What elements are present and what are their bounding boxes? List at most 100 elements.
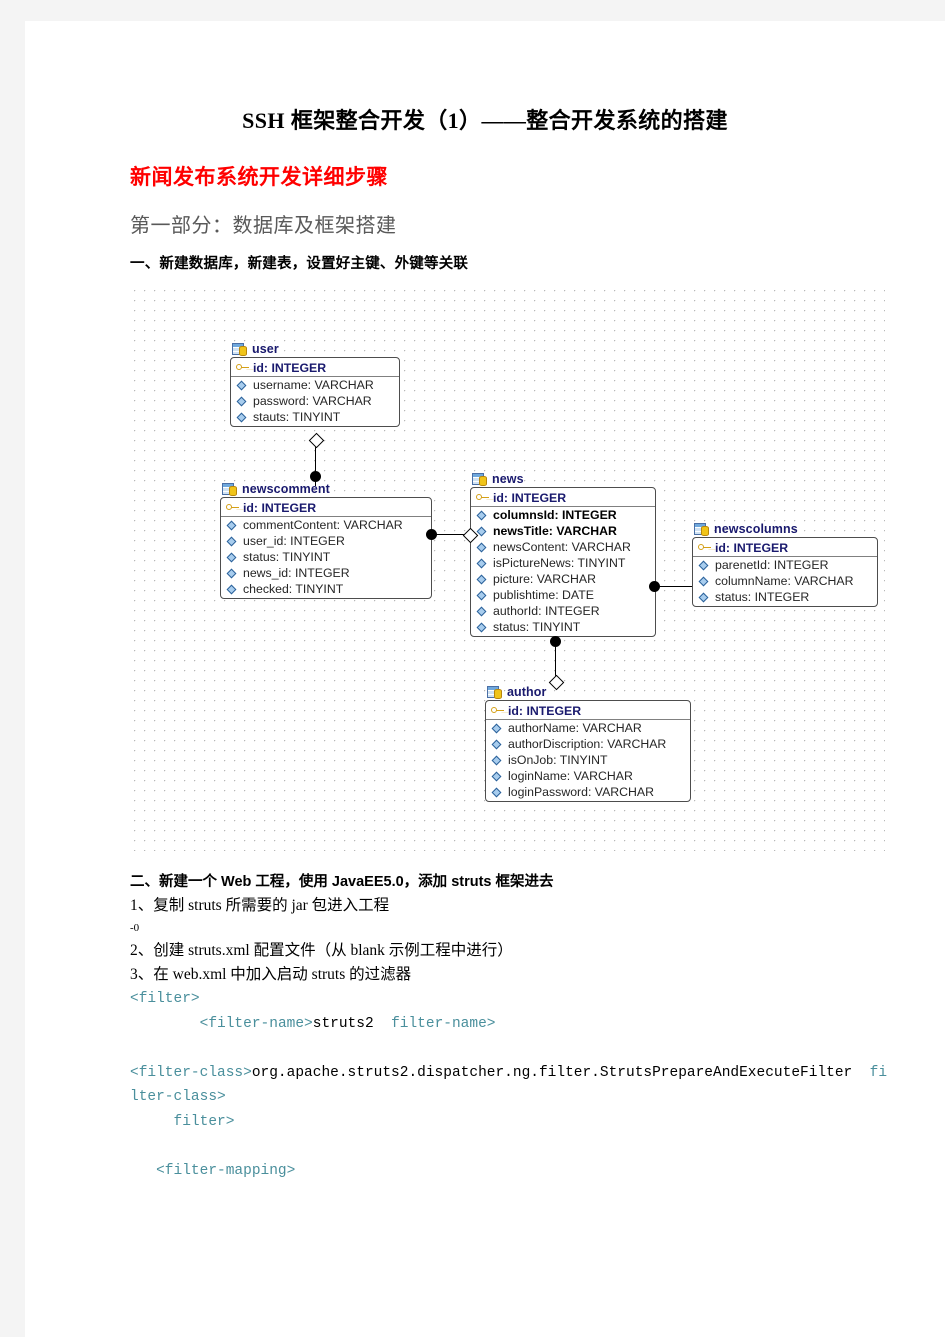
field-diamond-icon — [476, 606, 489, 617]
table-icon — [222, 482, 238, 497]
step-item: 1、复制 struts 所需要的 jar 包进入工程 — [130, 897, 390, 914]
code-token: <filter-class> — [130, 1064, 252, 1081]
er-field-row: authorId: INTEGER — [471, 603, 655, 619]
code-line: filter> — [130, 1110, 890, 1135]
document-page: SSH 框架整合开发（1）——整合开发系统的搭建 新闻发布系统开发详细步骤 第一… — [25, 21, 945, 1337]
code-token: filter-name> — [373, 1015, 496, 1032]
er-field-label: loginPassword: VARCHAR — [508, 785, 655, 799]
primary-key-icon — [476, 492, 489, 503]
er-field-row: status: TINYINT — [221, 549, 431, 565]
er-field-row: id: INTEGER — [693, 539, 877, 557]
er-field-label: checked: TINYINT — [243, 582, 344, 596]
field-diamond-icon — [698, 592, 711, 603]
er-field-label: id: INTEGER — [715, 540, 789, 555]
er-field-row: parenetId: INTEGER — [693, 557, 877, 573]
step-item: 3、在 web.xml 中加入启动 struts 的过滤器 — [130, 966, 412, 983]
er-field-row: id: INTEGER — [231, 359, 399, 377]
er-field-label: id: INTEGER — [493, 490, 567, 505]
er-field-label: password: VARCHAR — [253, 394, 372, 408]
section-one-heading: 一、新建数据库，新建表，设置好主键、外键等关联 — [130, 256, 469, 272]
primary-key-icon — [698, 542, 711, 553]
er-field-row: id: INTEGER — [221, 499, 431, 517]
table-name: author — [507, 685, 547, 699]
table-name: user — [252, 342, 279, 356]
field-diamond-icon — [226, 520, 239, 531]
er-field-row: newsContent: VARCHAR — [471, 539, 655, 555]
er-table-body-author: id: INTEGER authorName: VARCHAR authorDi… — [485, 700, 691, 802]
er-field-row: checked: TINYINT — [221, 581, 431, 597]
er-table-newscolumns[interactable]: newscolumns id: INTEGER parenetId: INTEG… — [692, 521, 878, 607]
field-diamond-icon — [476, 542, 489, 553]
er-table-body-news: id: INTEGER columnsId: INTEGER newsTitle… — [470, 487, 656, 637]
er-field-row: status: INTEGER — [693, 589, 877, 605]
connector-news-newscolumns — [654, 586, 694, 587]
field-diamond-icon — [226, 584, 239, 595]
field-diamond-icon — [226, 536, 239, 547]
er-table-user[interactable]: user id: INTEGER username: VARCHAR passw… — [230, 341, 400, 427]
er-field-label: username: VARCHAR — [253, 378, 374, 392]
field-diamond-icon — [236, 412, 249, 423]
er-table-body-newscolumns: id: INTEGER parenetId: INTEGER columnNam… — [692, 537, 878, 607]
field-diamond-icon — [476, 622, 489, 633]
table-name: newscomment — [242, 482, 330, 496]
red-subheading: 新闻发布系统开发详细步骤 — [130, 166, 388, 189]
er-field-label: loginName: VARCHAR — [508, 769, 633, 783]
er-table-header-user: user — [230, 341, 400, 357]
aggregation-diamond-user — [308, 432, 325, 449]
er-table-news[interactable]: news id: INTEGER columnsId: INTEGER news… — [470, 471, 656, 637]
code-line: <filter> — [130, 987, 890, 1012]
er-field-row: authorDiscription: VARCHAR — [486, 736, 690, 752]
er-field-row: newsTitle: VARCHAR — [471, 523, 655, 539]
field-diamond-icon — [226, 552, 239, 563]
er-field-label: columnsId: INTEGER — [493, 508, 617, 522]
er-field-row: isPictureNews: TINYINT — [471, 555, 655, 571]
er-field-label: isPictureNews: TINYINT — [493, 556, 626, 570]
step-item: 2、创建 struts.xml 配置文件（从 blank 示例工程中进行） — [130, 942, 513, 959]
er-table-header-author: author — [485, 684, 691, 700]
field-diamond-icon — [476, 510, 489, 521]
code-token: struts2 — [312, 1015, 374, 1032]
step-item: -0 — [130, 922, 140, 934]
er-field-row: columnsId: INTEGER — [471, 507, 655, 523]
field-diamond-icon — [476, 558, 489, 569]
er-field-row: loginName: VARCHAR — [486, 768, 690, 784]
er-field-label: news_id: INTEGER — [243, 566, 350, 580]
code-line: <filter-class>org.apache.struts2.dispatc… — [130, 1061, 890, 1110]
code-token: org.apache.struts2.dispatcher.ng.filter.… — [251, 1064, 853, 1081]
field-diamond-icon — [491, 755, 504, 766]
table-name: newscolumns — [714, 522, 798, 536]
er-field-row: commentContent: VARCHAR — [221, 517, 431, 533]
er-table-body-user: id: INTEGER username: VARCHAR password: … — [230, 357, 400, 427]
field-diamond-icon — [226, 568, 239, 579]
er-field-label: picture: VARCHAR — [493, 572, 596, 586]
er-field-row: id: INTEGER — [486, 702, 690, 720]
field-diamond-icon — [491, 723, 504, 734]
relation-dot-news-right — [649, 581, 660, 592]
er-table-author[interactable]: author id: INTEGER authorName: VARCHAR a… — [485, 684, 691, 802]
er-table-header-newscolumns: newscolumns — [692, 521, 878, 537]
steps-section: 二、新建一个 Web 工程，使用 JavaEE5.0，添加 struts 框架进… — [130, 871, 890, 1183]
er-field-label: authorId: INTEGER — [493, 604, 600, 618]
field-diamond-icon — [236, 396, 249, 407]
table-icon — [232, 342, 248, 357]
er-table-newscomment[interactable]: newscomment id: INTEGER commentContent: … — [220, 481, 432, 599]
er-field-label: status: TINYINT — [493, 620, 581, 634]
field-diamond-icon — [476, 574, 489, 585]
er-field-label: parenetId: INTEGER — [715, 558, 829, 572]
er-field-label: newsContent: VARCHAR — [493, 540, 631, 554]
er-field-row: password: VARCHAR — [231, 393, 399, 409]
er-field-label: user_id: INTEGER — [243, 534, 345, 548]
field-diamond-icon — [698, 560, 711, 571]
er-field-row: user_id: INTEGER — [221, 533, 431, 549]
er-field-label: commentContent: VARCHAR — [243, 518, 403, 532]
primary-key-icon — [491, 705, 504, 716]
field-diamond-icon — [491, 787, 504, 798]
er-diagram-canvas: user id: INTEGER username: VARCHAR passw… — [130, 286, 885, 851]
er-field-label: id: INTEGER — [253, 360, 327, 375]
code-token: <filter> — [130, 991, 200, 1007]
page-title: SSH 框架整合开发（1）——整合开发系统的搭建 — [242, 108, 728, 133]
er-field-label: status: INTEGER — [715, 590, 810, 604]
code-line: <filter-mapping> — [130, 1159, 890, 1184]
field-diamond-icon — [491, 739, 504, 750]
